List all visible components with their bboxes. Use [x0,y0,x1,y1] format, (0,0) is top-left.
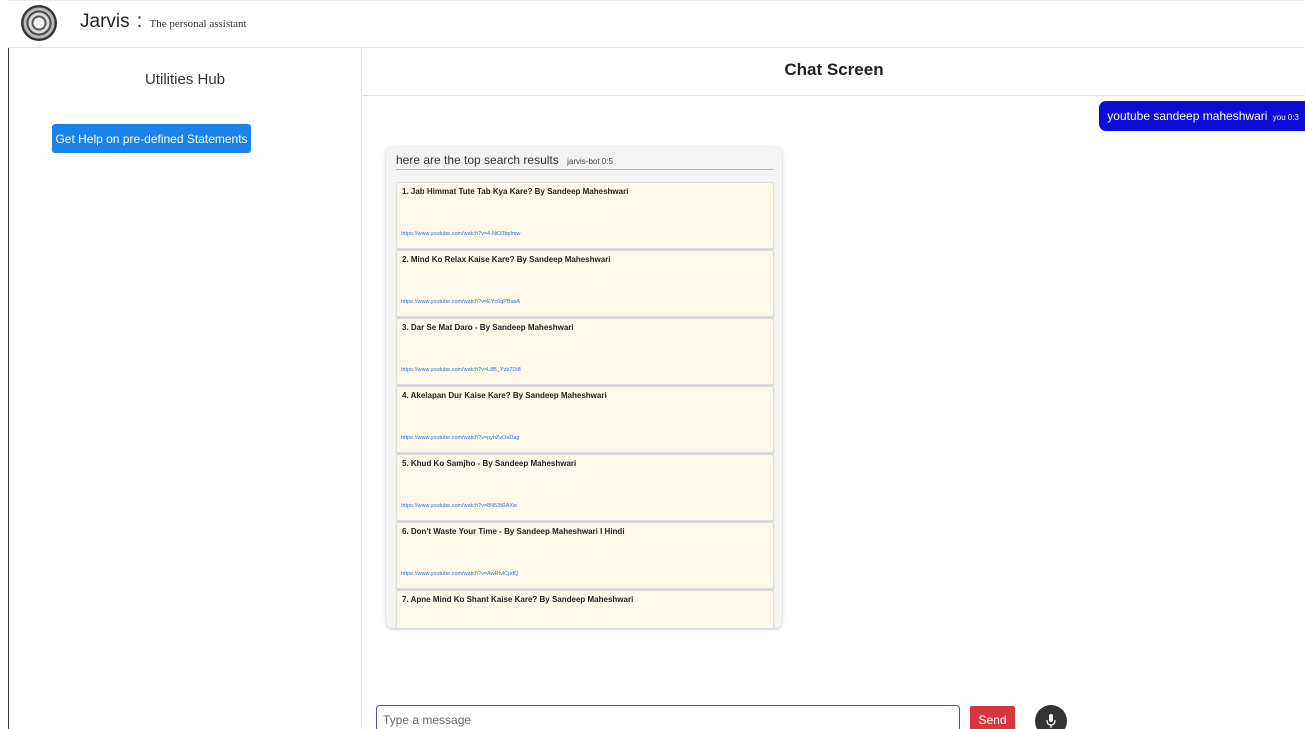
result-link[interactable]: https://www.youtube.com/watch?v=L8B_Yzb7… [401,367,521,373]
search-result-item[interactable]: 5. Khud Ko Samjho - By Sandeep Maheshwar… [396,454,774,521]
app-subtitle: The personal assistant [149,18,247,30]
app-name: Jarvis [80,11,130,32]
bot-message: here are the top search results jarvis-b… [386,146,782,628]
app-logo-icon [21,5,57,41]
title-separator: : [136,11,143,32]
search-result-item[interactable]: 4. Akelapan Dur Kaise Kare? By Sandeep M… [396,386,774,453]
search-result-item[interactable]: 2. Mind Ko Relax Kaise Kare? By Sandeep … [396,250,774,317]
search-result-item[interactable]: 1. Jab Himmat Tute Tab Kya Kare? By Sand… [396,182,774,249]
chat-title: Chat Screen [784,60,884,79]
user-message-meta: you 0:3 [1272,113,1299,122]
microphone-button[interactable] [1035,705,1067,729]
microphone-icon [1046,714,1056,728]
result-title: 6. Don't Waste Your Time - By Sandeep Ma… [402,527,625,536]
result-link[interactable]: https://www.youtube.com/watch?v=4-NiO3bp… [401,231,520,237]
user-message: youtube sandeep maheshwari you 0:3 [1099,101,1305,131]
help-statements-button[interactable]: Get Help on pre-defined Statements [52,124,251,153]
message-input[interactable] [376,705,960,729]
result-link[interactable]: https://www.youtube.com/watch?v=EYc6qPBa… [401,299,520,305]
bot-message-header: here are the top search results jarvis-b… [396,153,774,170]
result-title: 3. Dar Se Mat Daro - By Sandeep Maheshwa… [402,323,574,332]
search-results-list: 1. Jab Himmat Tute Tab Kya Kare? By Sand… [396,182,776,628]
utilities-sidebar: Utilities Hub Get Help on pre-defined St… [8,48,362,729]
chat-header: Chat Screen [363,48,1305,96]
result-link[interactable]: https://www.youtube.com/watch?v=AwRtvlCp… [401,571,518,577]
search-result-item[interactable]: 7. Apne Mind Ko Shant Kaise Kare? By San… [396,590,774,628]
result-title: 5. Khud Ko Samjho - By Sandeep Maheshwar… [402,459,577,468]
result-link[interactable]: https://www.youtube.com/watch?v=pyhZvOaD… [401,435,519,441]
bot-message-meta: jarvis-bot 0:5 [567,157,613,166]
result-title: 4. Akelapan Dur Kaise Kare? By Sandeep M… [402,391,607,400]
top-bar: Jarvis : The personal assistant [8,0,1305,48]
result-title: 2. Mind Ko Relax Kaise Kare? By Sandeep … [402,255,611,264]
bot-message-text: here are the top search results [396,153,559,167]
chat-panel: Chat Screen youtube sandeep maheshwari y… [363,48,1305,729]
sidebar-title: Utilities Hub [144,71,226,88]
result-link[interactable]: https://www.youtube.com/watch?v=8N53tRAX… [401,503,517,509]
app-title: Jarvis : The personal assistant [80,11,247,33]
result-title: 1. Jab Himmat Tute Tab Kya Kare? By Sand… [402,187,629,196]
user-message-text: youtube sandeep maheshwari [1107,109,1268,123]
result-title: 7. Apne Mind Ko Shant Kaise Kare? By San… [402,595,634,604]
search-result-item[interactable]: 6. Don't Waste Your Time - By Sandeep Ma… [396,522,774,589]
send-button[interactable]: Send [970,706,1015,729]
search-result-item[interactable]: 3. Dar Se Mat Daro - By Sandeep Maheshwa… [396,318,774,385]
